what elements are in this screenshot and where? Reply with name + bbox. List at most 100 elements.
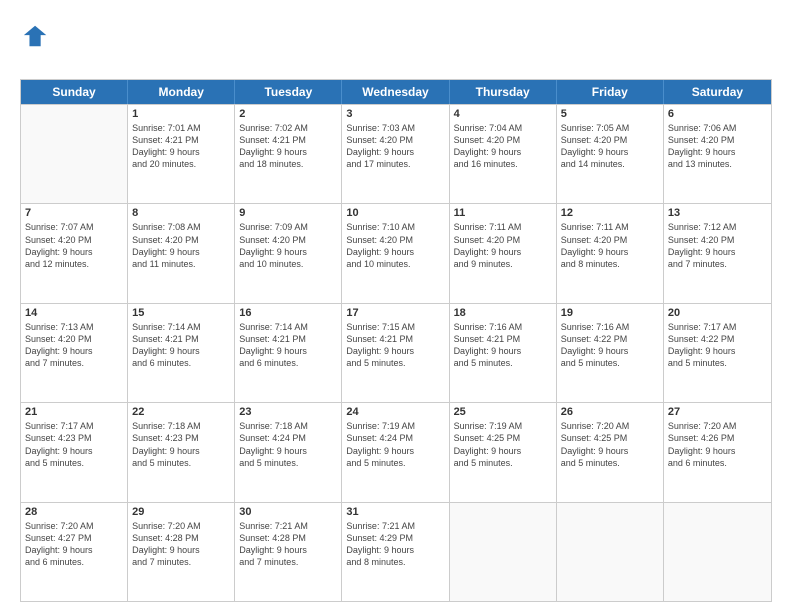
cell-line: Sunset: 4:20 PM — [25, 333, 123, 345]
cell-line: Daylight: 9 hours — [132, 146, 230, 158]
day-number: 9 — [239, 207, 337, 219]
cell-line: and 5 minutes. — [561, 457, 659, 469]
day-number: 27 — [668, 406, 767, 418]
cell-line: and 7 minutes. — [239, 556, 337, 568]
cell-line: Sunset: 4:20 PM — [346, 234, 444, 246]
cell-line: Daylight: 9 hours — [239, 146, 337, 158]
weekday-header-thursday: Thursday — [450, 80, 557, 104]
day-number: 4 — [454, 108, 552, 120]
weekday-header-sunday: Sunday — [21, 80, 128, 104]
day-cell-22: 22Sunrise: 7:18 AMSunset: 4:23 PMDayligh… — [128, 403, 235, 501]
weekday-header-friday: Friday — [557, 80, 664, 104]
day-number: 19 — [561, 307, 659, 319]
day-cell-11: 11Sunrise: 7:11 AMSunset: 4:20 PMDayligh… — [450, 204, 557, 302]
cell-line: Sunset: 4:20 PM — [454, 134, 552, 146]
cell-line: Sunrise: 7:19 AM — [454, 420, 552, 432]
cell-line: and 9 minutes. — [454, 258, 552, 270]
day-cell-empty-4-4 — [450, 503, 557, 601]
day-cell-21: 21Sunrise: 7:17 AMSunset: 4:23 PMDayligh… — [21, 403, 128, 501]
cell-line: Sunrise: 7:11 AM — [454, 221, 552, 233]
day-number: 6 — [668, 108, 767, 120]
cell-line: Sunset: 4:20 PM — [132, 234, 230, 246]
cell-line: Sunset: 4:28 PM — [132, 532, 230, 544]
day-cell-17: 17Sunrise: 7:15 AMSunset: 4:21 PMDayligh… — [342, 304, 449, 402]
day-cell-2: 2Sunrise: 7:02 AMSunset: 4:21 PMDaylight… — [235, 105, 342, 203]
cell-line: Sunset: 4:22 PM — [561, 333, 659, 345]
cell-line: Sunrise: 7:16 AM — [454, 321, 552, 333]
cell-line: and 7 minutes. — [25, 357, 123, 369]
day-number: 21 — [25, 406, 123, 418]
day-cell-7: 7Sunrise: 7:07 AMSunset: 4:20 PMDaylight… — [21, 204, 128, 302]
cell-line: Sunset: 4:26 PM — [668, 432, 767, 444]
cell-line: Sunset: 4:20 PM — [346, 134, 444, 146]
cell-line: Sunrise: 7:20 AM — [25, 520, 123, 532]
header — [20, 18, 772, 71]
cell-line: Sunrise: 7:14 AM — [132, 321, 230, 333]
day-cell-15: 15Sunrise: 7:14 AMSunset: 4:21 PMDayligh… — [128, 304, 235, 402]
cell-line: Daylight: 9 hours — [132, 544, 230, 556]
week-row-5: 28Sunrise: 7:20 AMSunset: 4:27 PMDayligh… — [21, 502, 771, 601]
cell-line: Daylight: 9 hours — [454, 146, 552, 158]
cell-line: and 10 minutes. — [346, 258, 444, 270]
cell-line: Sunset: 4:28 PM — [239, 532, 337, 544]
cell-line: Sunset: 4:20 PM — [239, 234, 337, 246]
cell-line: Sunrise: 7:13 AM — [25, 321, 123, 333]
weekday-header-wednesday: Wednesday — [342, 80, 449, 104]
cell-line: and 8 minutes. — [346, 556, 444, 568]
day-number: 14 — [25, 307, 123, 319]
logo-icon — [22, 22, 50, 50]
cell-line: Daylight: 9 hours — [561, 445, 659, 457]
cell-line: Sunrise: 7:20 AM — [668, 420, 767, 432]
cell-line: and 16 minutes. — [454, 158, 552, 170]
cell-line: Sunset: 4:20 PM — [454, 234, 552, 246]
cell-line: and 5 minutes. — [668, 357, 767, 369]
day-cell-9: 9Sunrise: 7:09 AMSunset: 4:20 PMDaylight… — [235, 204, 342, 302]
day-cell-empty-4-6 — [664, 503, 771, 601]
cell-line: Sunset: 4:21 PM — [346, 333, 444, 345]
cell-line: Daylight: 9 hours — [25, 345, 123, 357]
cell-line: Daylight: 9 hours — [346, 445, 444, 457]
day-number: 16 — [239, 307, 337, 319]
week-row-3: 14Sunrise: 7:13 AMSunset: 4:20 PMDayligh… — [21, 303, 771, 402]
cell-line: Daylight: 9 hours — [239, 544, 337, 556]
cell-line: Sunrise: 7:04 AM — [454, 122, 552, 134]
cell-line: and 17 minutes. — [346, 158, 444, 170]
cell-line: Daylight: 9 hours — [668, 445, 767, 457]
cell-line: Sunset: 4:21 PM — [132, 134, 230, 146]
cell-line: Daylight: 9 hours — [239, 345, 337, 357]
cell-line: and 7 minutes. — [132, 556, 230, 568]
day-number: 23 — [239, 406, 337, 418]
day-cell-19: 19Sunrise: 7:16 AMSunset: 4:22 PMDayligh… — [557, 304, 664, 402]
cell-line: Sunset: 4:20 PM — [25, 234, 123, 246]
cell-line: and 12 minutes. — [25, 258, 123, 270]
calendar: SundayMondayTuesdayWednesdayThursdayFrid… — [20, 79, 772, 602]
cell-line: Daylight: 9 hours — [561, 345, 659, 357]
day-number: 13 — [668, 207, 767, 219]
cell-line: and 6 minutes. — [239, 357, 337, 369]
cell-line: Sunset: 4:20 PM — [561, 234, 659, 246]
cell-line: Sunrise: 7:21 AM — [346, 520, 444, 532]
day-cell-28: 28Sunrise: 7:20 AMSunset: 4:27 PMDayligh… — [21, 503, 128, 601]
day-number: 24 — [346, 406, 444, 418]
day-number: 8 — [132, 207, 230, 219]
cell-line: Daylight: 9 hours — [454, 445, 552, 457]
day-cell-26: 26Sunrise: 7:20 AMSunset: 4:25 PMDayligh… — [557, 403, 664, 501]
day-number: 15 — [132, 307, 230, 319]
cell-line: Sunset: 4:23 PM — [132, 432, 230, 444]
cell-line: and 7 minutes. — [668, 258, 767, 270]
cell-line: and 10 minutes. — [239, 258, 337, 270]
cell-line: Sunrise: 7:17 AM — [25, 420, 123, 432]
day-cell-10: 10Sunrise: 7:10 AMSunset: 4:20 PMDayligh… — [342, 204, 449, 302]
day-number: 18 — [454, 307, 552, 319]
cell-line: Daylight: 9 hours — [239, 246, 337, 258]
day-number: 28 — [25, 506, 123, 518]
day-cell-3: 3Sunrise: 7:03 AMSunset: 4:20 PMDaylight… — [342, 105, 449, 203]
cell-line: and 5 minutes. — [561, 357, 659, 369]
logo-text — [20, 22, 50, 71]
day-number: 5 — [561, 108, 659, 120]
cell-line: Sunset: 4:21 PM — [239, 134, 337, 146]
cell-line: and 18 minutes. — [239, 158, 337, 170]
weekday-header-saturday: Saturday — [664, 80, 771, 104]
day-cell-24: 24Sunrise: 7:19 AMSunset: 4:24 PMDayligh… — [342, 403, 449, 501]
cell-line: Sunset: 4:23 PM — [25, 432, 123, 444]
